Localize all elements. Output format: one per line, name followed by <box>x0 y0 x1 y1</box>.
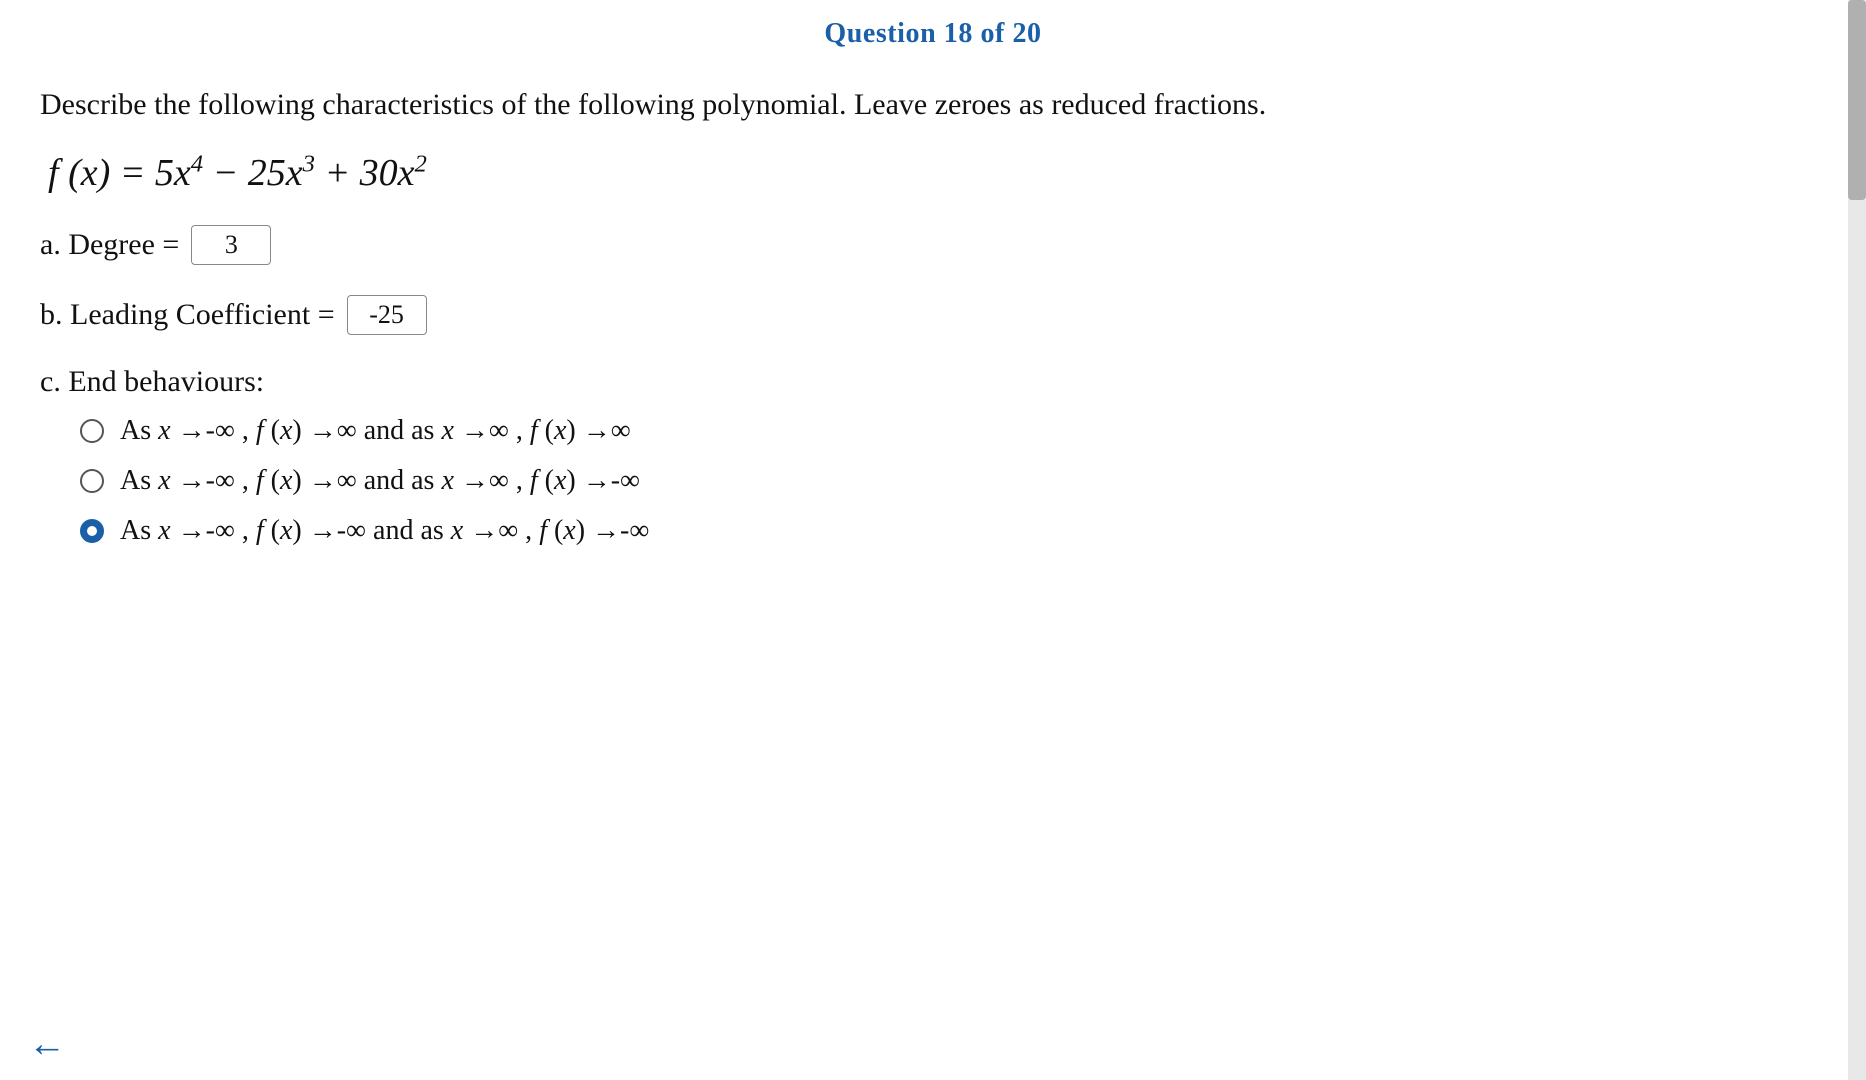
part-b: b. Leading Coefficient = -25 <box>40 295 1806 335</box>
radio-option-1[interactable]: As x →-∞ , f (x) →∞ and as x →∞ , f (x) … <box>80 415 1806 447</box>
question-number: 18 <box>944 18 973 49</box>
end-behaviours-label: c. End behaviours: <box>40 365 1806 399</box>
polynomial-text: f (x) = 5x4 − 25x3 + 30x2 <box>48 152 427 194</box>
back-button[interactable]: ← <box>28 1022 66 1066</box>
leading-coefficient-input[interactable]: -25 <box>347 295 427 335</box>
radio-circle-3[interactable] <box>80 519 104 543</box>
polynomial-display: f (x) = 5x4 − 25x3 + 30x2 <box>48 150 1806 195</box>
part-a: a. Degree = 3 <box>40 225 1806 265</box>
radio-option-2[interactable]: As x →-∞ , f (x) →∞ and as x →∞ , f (x) … <box>80 465 1806 497</box>
question-header: Question 18 of 20 <box>0 0 1866 60</box>
option-2-text: As x →-∞ , f (x) →∞ and as x →∞ , f (x) … <box>120 465 640 497</box>
part-c: c. End behaviours: As x →-∞ , f (x) →∞ a… <box>40 365 1806 547</box>
radio-circle-2[interactable] <box>80 469 104 493</box>
radio-circle-1[interactable] <box>80 419 104 443</box>
scrollbar-track[interactable] <box>1848 0 1866 1080</box>
page-container: Question 18 of 20 Describe the following… <box>0 0 1866 1080</box>
main-content: Describe the following characteristics o… <box>0 60 1866 1080</box>
option-3-text: As x →-∞ , f (x) →-∞ and as x →∞ , f (x)… <box>120 515 649 547</box>
degree-input[interactable]: 3 <box>191 225 271 265</box>
question-description: Describe the following characteristics o… <box>40 84 1390 126</box>
header-text: Question 18 of 20 <box>824 18 1041 49</box>
radio-option-3[interactable]: As x →-∞ , f (x) →-∞ and as x →∞ , f (x)… <box>80 515 1806 547</box>
question-total: 20 <box>1012 18 1041 49</box>
option-1-text: As x →-∞ , f (x) →∞ and as x →∞ , f (x) … <box>120 415 631 447</box>
part-a-label: a. Degree = 3 <box>40 225 1806 265</box>
scrollbar-thumb[interactable] <box>1848 0 1866 200</box>
part-b-text: b. Leading Coefficient = <box>40 298 335 332</box>
part-b-label: b. Leading Coefficient = -25 <box>40 295 1806 335</box>
part-a-text: a. Degree = <box>40 228 179 262</box>
